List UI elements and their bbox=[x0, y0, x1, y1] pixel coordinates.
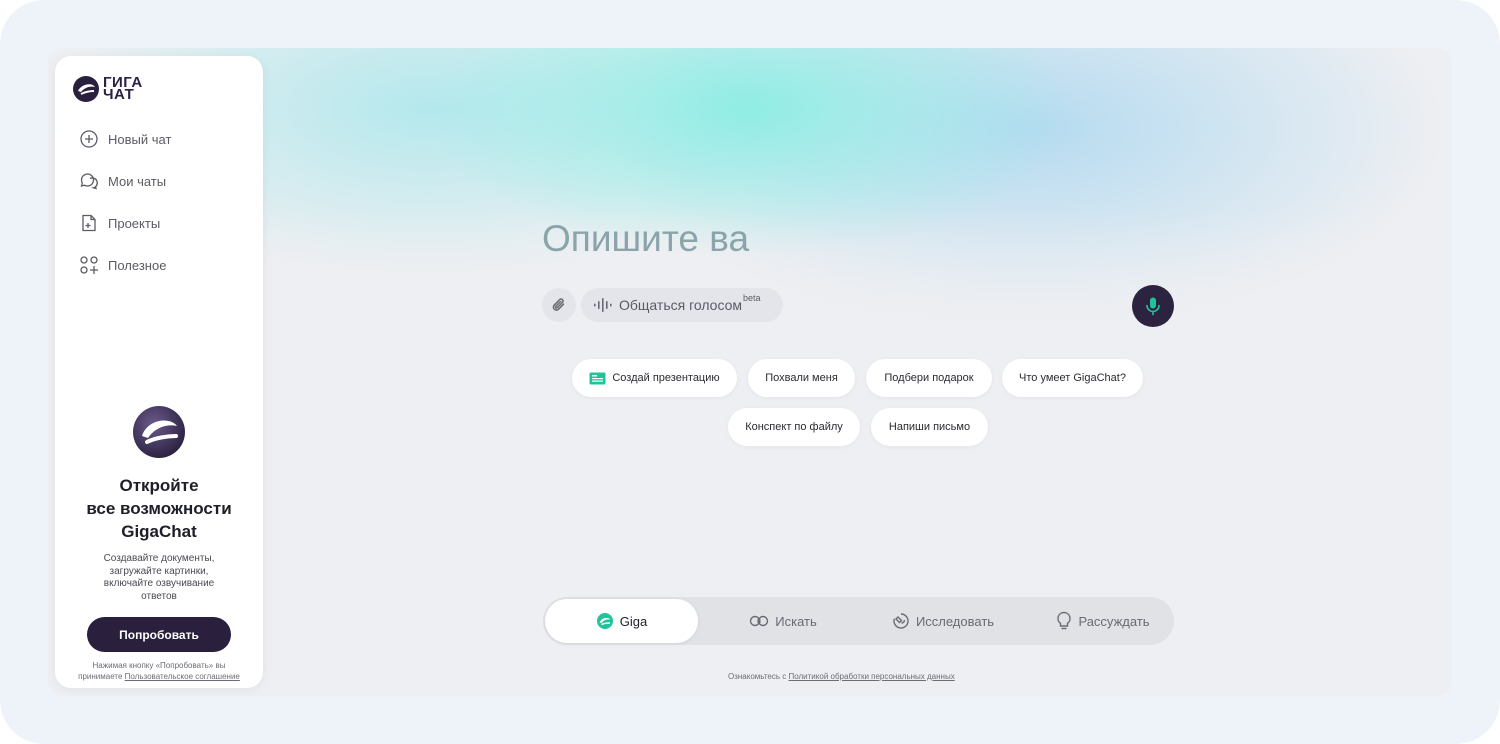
search-mode-icon bbox=[750, 615, 769, 627]
voice-chat-button[interactable]: Общаться голосом beta bbox=[581, 288, 783, 322]
brand-wordmark: ГИГА ЧАТ bbox=[103, 75, 143, 102]
promo-title-line: все возможности bbox=[86, 499, 232, 518]
chip-label: Напиши письмо bbox=[888, 421, 971, 433]
apps-plus-icon bbox=[80, 256, 98, 274]
sidebar-item-label: Полезное bbox=[108, 257, 167, 273]
legal-note: Нажимая кнопку «Попробовать» вы принимае… bbox=[55, 660, 263, 682]
mode-label: Рассуждать bbox=[1078, 613, 1150, 629]
promo-description: Создавайте документы, загружайте картинк… bbox=[69, 553, 249, 603]
privacy-policy-link[interactable]: Политикой обработки персональных данных bbox=[788, 672, 954, 681]
chip-label: Создай презентацию bbox=[612, 372, 720, 384]
gigachat-emblem-icon bbox=[133, 406, 185, 458]
sidebar-item-new-chat[interactable]: Новый чат bbox=[79, 128, 171, 150]
sidebar-nav: Новый чат Мои чаты Проекты Полезное bbox=[79, 128, 171, 296]
promo-desc-line: загружайте картинки, bbox=[109, 565, 209, 577]
beta-badge: beta bbox=[743, 293, 761, 303]
sidebar-item-useful[interactable]: Полезное bbox=[79, 254, 171, 276]
suggestion-chip-capabilities[interactable]: Что умеет GigaChat? bbox=[1002, 359, 1143, 397]
sidebar-item-my-chats[interactable]: Мои чаты bbox=[79, 170, 171, 192]
chat-bubbles-icon bbox=[80, 173, 98, 190]
promo-title-line: GigaChat bbox=[121, 522, 197, 541]
promo-desc-line: ответов bbox=[141, 590, 177, 602]
legal-line: Нажимая кнопку «Попробовать» вы bbox=[92, 661, 226, 670]
chip-label: Что умеет GigaChat? bbox=[1019, 372, 1126, 384]
brand-logo[interactable]: ГИГА ЧАТ bbox=[72, 75, 143, 103]
microphone-button[interactable] bbox=[1132, 285, 1174, 327]
suggestion-chip-summary[interactable]: Конспект по файлу bbox=[728, 408, 860, 446]
sidebar-item-label: Мои чаты bbox=[108, 173, 167, 189]
suggestion-chip-presentation[interactable]: Создай презентацию bbox=[572, 359, 737, 397]
mode-label: Искать bbox=[775, 613, 817, 629]
voice-chat-label: Общаться голосом bbox=[619, 297, 743, 313]
sidebar-item-label: Проекты bbox=[108, 215, 161, 231]
lightbulb-icon bbox=[1057, 611, 1072, 630]
microphone-icon bbox=[1146, 297, 1160, 316]
privacy-note-text: Ознакомьтесь с Политикой обработки персо… bbox=[728, 672, 955, 681]
sidebar-item-label: Новый чат bbox=[108, 131, 172, 147]
mode-reasoning[interactable]: Рассуждать bbox=[1033, 597, 1173, 645]
suggestion-chip-praise[interactable]: Похвали меня bbox=[748, 359, 855, 397]
legal-prefix: принимаете bbox=[78, 672, 125, 681]
attach-button[interactable] bbox=[542, 288, 576, 322]
waveform-icon bbox=[594, 298, 612, 312]
plus-circle-icon bbox=[80, 130, 98, 148]
mode-label: Исследовать bbox=[915, 613, 995, 629]
chip-label: Похвали меня bbox=[765, 372, 838, 384]
chip-label: Конспект по файлу bbox=[745, 421, 843, 433]
sidebar: ГИГА ЧАТ Новый чат Мои чаты Проекты Поле… bbox=[55, 56, 263, 688]
gigachat-logo-icon bbox=[73, 76, 99, 102]
mode-giga[interactable]: Giga bbox=[545, 599, 698, 643]
giga-mode-icon bbox=[596, 613, 613, 629]
paperclip-icon bbox=[552, 298, 565, 311]
mode-search[interactable]: Искать bbox=[713, 597, 853, 645]
promo-title: Откройте все возможности GigaChat bbox=[55, 474, 263, 543]
suggestion-chip-letter[interactable]: Напиши письмо bbox=[871, 408, 988, 446]
project-doc-icon bbox=[82, 214, 96, 232]
promo-block: Откройте все возможности GigaChat Создав… bbox=[55, 404, 263, 682]
legal-line: принимаете Пользовательское соглашение bbox=[55, 671, 263, 682]
suggestion-chip-gift[interactable]: Подбери подарок bbox=[866, 359, 992, 397]
presentation-icon bbox=[589, 372, 606, 384]
promo-desc-line: включайте озвучивание bbox=[103, 578, 215, 589]
privacy-prefix: Ознакомьтесь с bbox=[728, 672, 789, 681]
promo-desc-line: Создавайте документы, bbox=[103, 553, 215, 564]
chip-label: Подбери подарок bbox=[884, 372, 974, 384]
mode-label: Giga bbox=[619, 613, 648, 629]
research-mode-icon bbox=[893, 613, 909, 629]
prompt-input[interactable]: Опишите ва bbox=[542, 218, 749, 260]
sidebar-item-projects[interactable]: Проекты bbox=[79, 212, 171, 234]
promo-title-line: Откройте bbox=[119, 476, 199, 495]
mode-research[interactable]: Исследовать bbox=[873, 597, 1013, 645]
mode-selector: Giga Искать Исследовать Рассуждать bbox=[543, 597, 1174, 645]
try-button[interactable]: Попробовать bbox=[87, 617, 231, 652]
user-agreement-link[interactable]: Пользовательское соглашение bbox=[125, 672, 240, 681]
